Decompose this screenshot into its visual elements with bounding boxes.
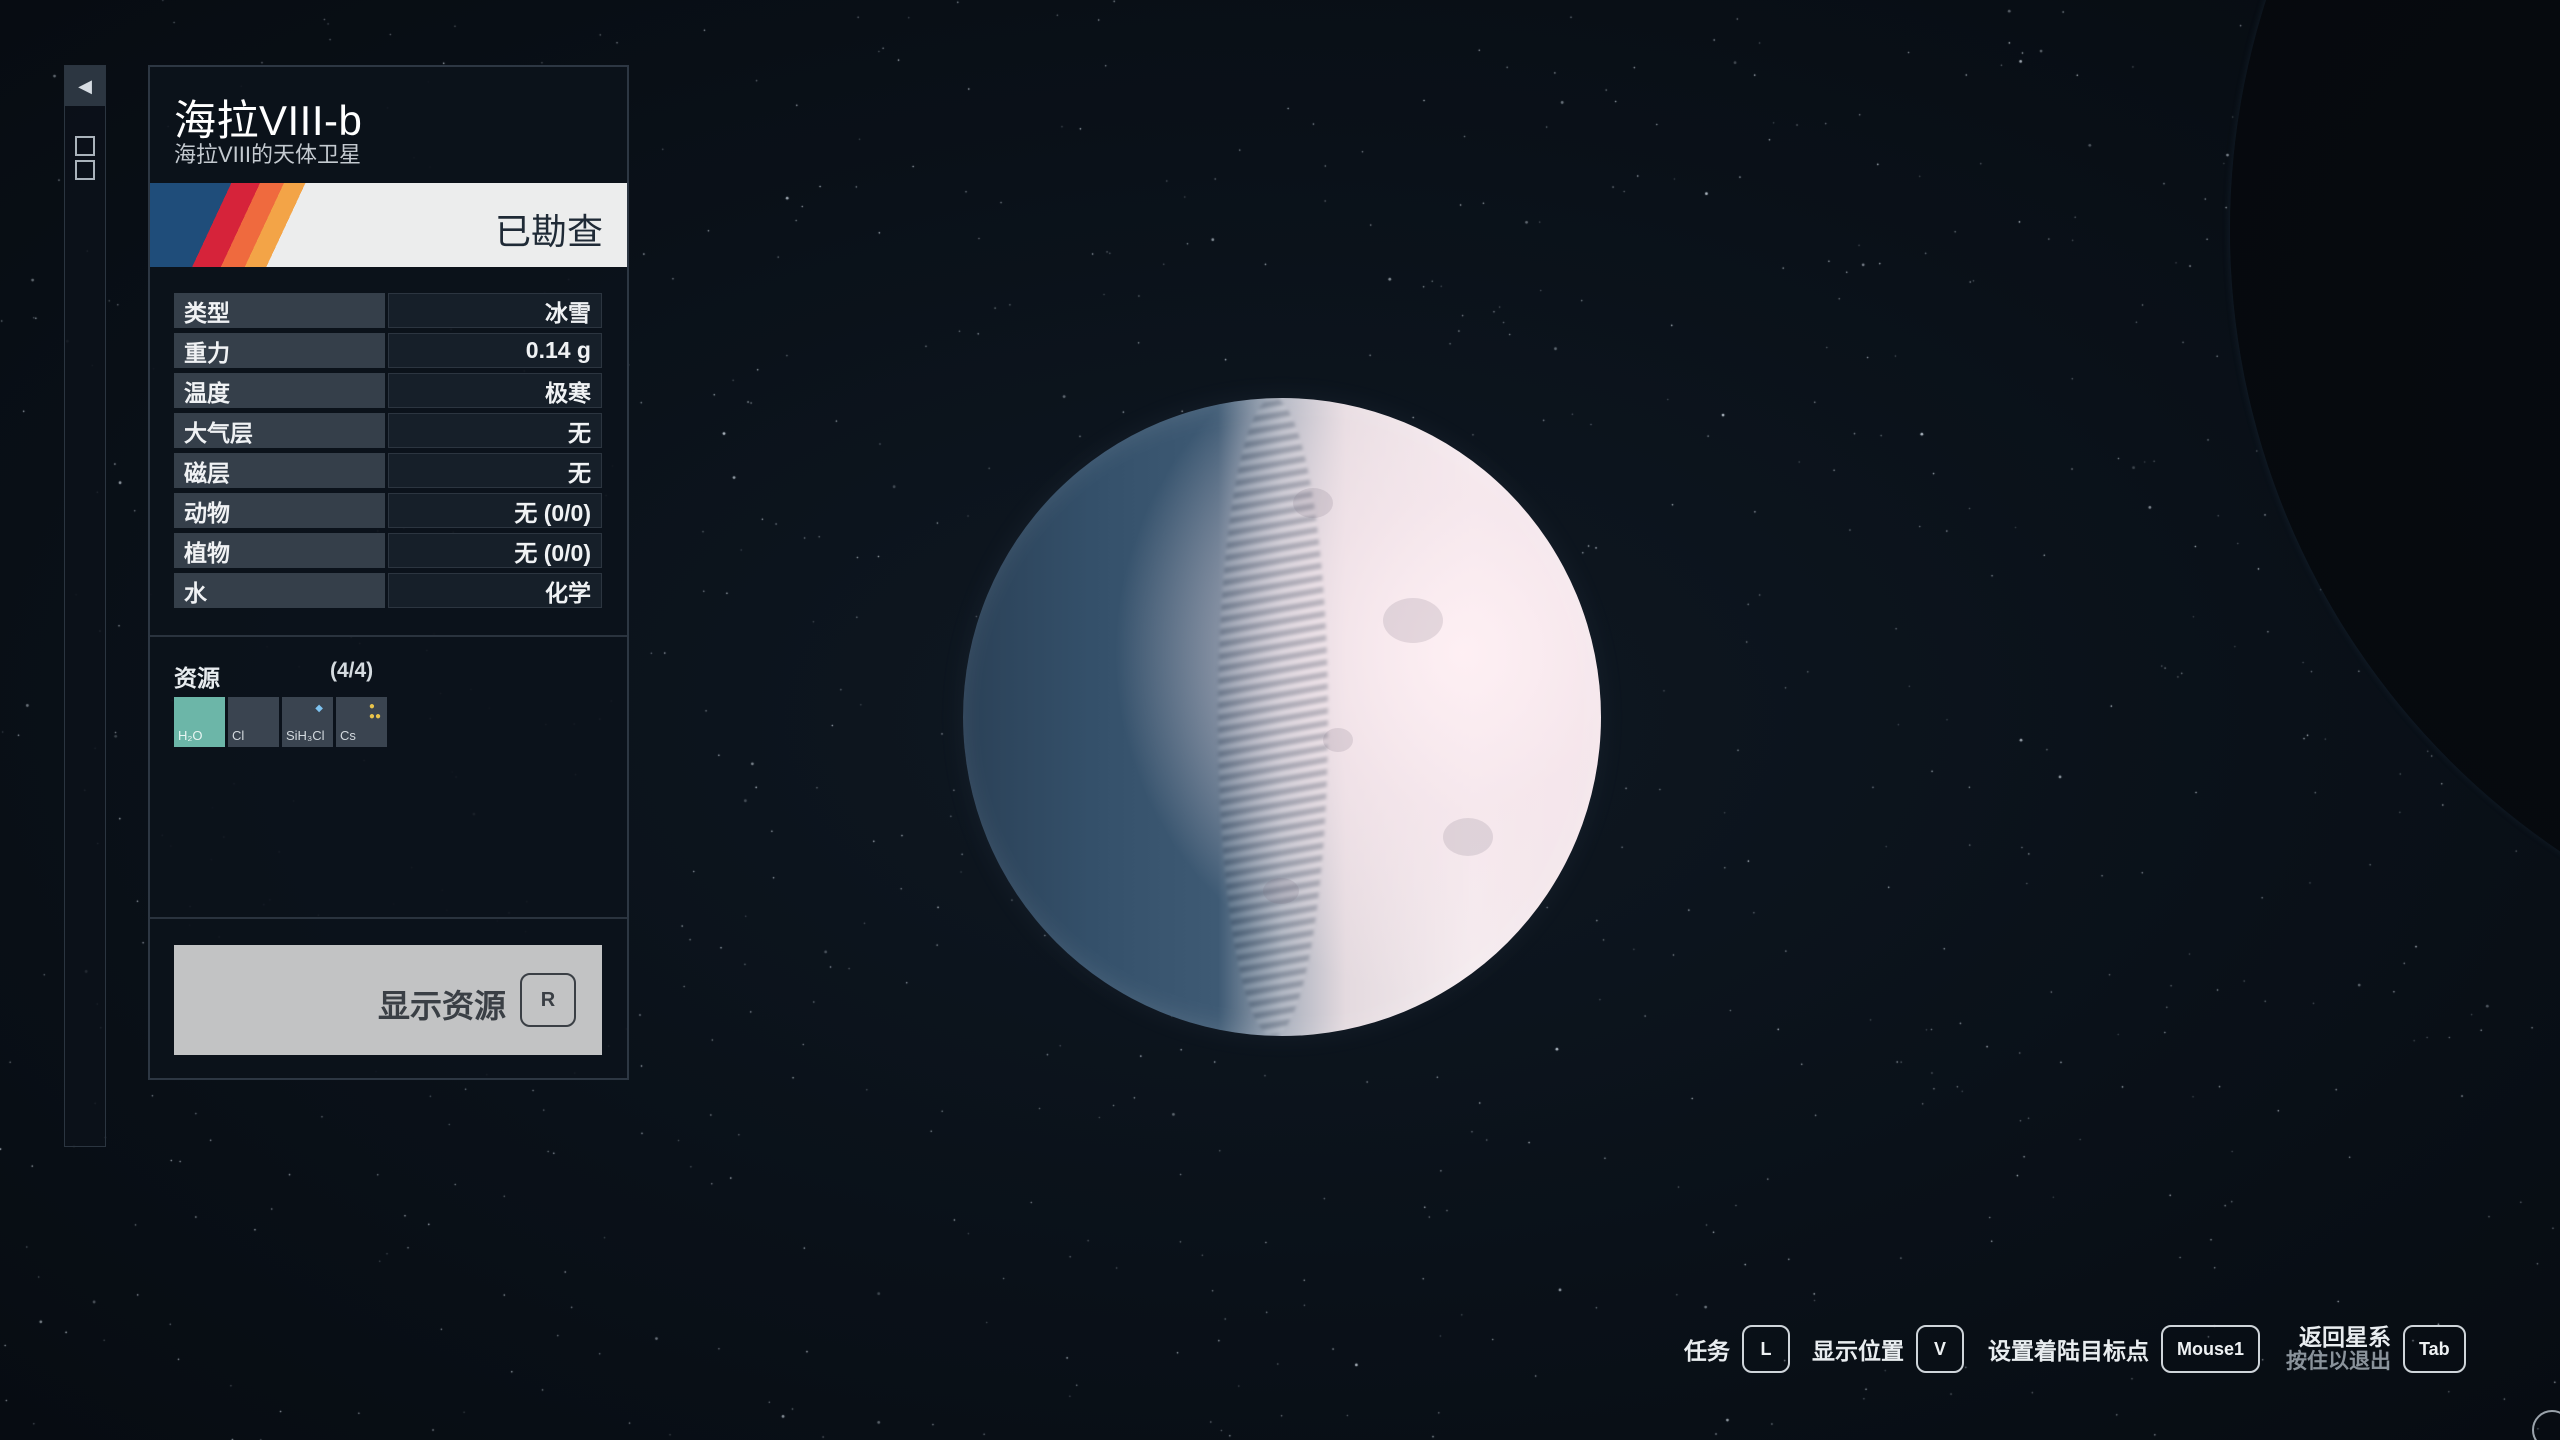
property-key: 磁层: [174, 453, 385, 488]
hotkey-label: 任务: [1684, 1338, 1730, 1364]
side-rail: ◀: [64, 65, 106, 1147]
property-value: 化学: [388, 573, 602, 608]
property-key: 动物: [174, 493, 385, 528]
property-key: 类型: [174, 293, 385, 328]
starmap-view[interactable]: ◀ 海拉VIII-b 海拉VIII的天体卫星 已勘查 类型 冰雪 重力 0.14…: [0, 0, 2560, 1440]
resource-symbol: Cs: [340, 728, 356, 743]
property-row: 磁层 无: [174, 453, 602, 488]
resource-symbol: H₂O: [178, 728, 203, 743]
keycap: Mouse1: [2161, 1325, 2261, 1373]
property-key: 水: [174, 573, 385, 608]
hotkey-label: 显示位置: [1812, 1338, 1904, 1364]
resource-tile-h2o[interactable]: H₂O: [174, 697, 225, 747]
crater: [1383, 598, 1443, 643]
hotkey-missions[interactable]: 任务 L: [1684, 1324, 1790, 1374]
resource-tile-cs[interactable]: ● ●● Cs: [336, 697, 387, 747]
property-row: 植物 无 (0/0): [174, 533, 602, 568]
property-key: 重力: [174, 333, 385, 368]
crater: [1443, 818, 1493, 856]
hotkey-set-landing-target[interactable]: 设置着陆目标点 Mouse1: [1988, 1324, 2261, 1374]
property-value: 无 (0/0): [388, 493, 602, 528]
resource-symbol: Cl: [232, 728, 245, 743]
resource-cluster-icon: ● ●●: [368, 701, 381, 722]
resources-count: (4/4): [330, 659, 374, 682]
keycap-r: R: [520, 973, 576, 1027]
show-resources-label: 显示资源: [377, 988, 506, 1024]
keycap: Tab: [2403, 1325, 2466, 1373]
property-row: 动物 无 (0/0): [174, 493, 602, 528]
property-key: 温度: [174, 373, 385, 408]
keycap: V: [1916, 1325, 1964, 1373]
brand-stripes: [150, 183, 350, 267]
property-value: 极寒: [388, 373, 602, 408]
property-value: 0.14 g: [388, 333, 602, 368]
caret-left-icon: ◀: [78, 75, 92, 96]
hotkey-show-location[interactable]: 显示位置 V: [1812, 1324, 1964, 1374]
hotkey-return-to-system[interactable]: 返回星系 按住以退出 Tab: [2286, 1324, 2466, 1374]
collapse-button[interactable]: ◀: [65, 66, 105, 106]
panel-divider: [150, 917, 627, 919]
body-info-panel: 海拉VIII-b 海拉VIII的天体卫星 已勘查 类型 冰雪 重力 0.14 g…: [148, 65, 629, 1080]
property-row: 温度 极寒: [174, 373, 602, 408]
show-resources-button[interactable]: 显示资源 R: [174, 945, 602, 1055]
panel-divider: [150, 635, 627, 637]
keycap: L: [1742, 1325, 1790, 1373]
property-row: 大气层 无: [174, 413, 602, 448]
resource-tile-sih3cl[interactable]: ◆ SiH₃Cl: [282, 697, 333, 747]
property-row: 水 化学: [174, 573, 602, 608]
crater: [1293, 488, 1333, 518]
property-key: 植物: [174, 533, 385, 568]
crater: [1323, 728, 1353, 752]
property-value: 无 (0/0): [388, 533, 602, 568]
property-table: 类型 冰雪 重力 0.14 g 温度 极寒 大气层 无 磁层 无 动物 无 (0…: [174, 293, 602, 613]
survey-status: 已勘查: [494, 211, 603, 252]
hotkey-label: 设置着陆目标点: [1988, 1338, 2149, 1364]
hotkey-label: 返回星系: [2299, 1324, 2391, 1350]
property-row: 重力 0.14 g: [174, 333, 602, 368]
rail-tab-icon[interactable]: [75, 136, 95, 180]
property-value: 无: [388, 413, 602, 448]
property-key: 大气层: [174, 413, 385, 448]
property-row: 类型 冰雪: [174, 293, 602, 328]
property-value: 无: [388, 453, 602, 488]
body-subtitle: 海拉VIII的天体卫星: [174, 142, 362, 167]
resource-symbol: SiH₃Cl: [286, 728, 325, 743]
crater: [1263, 878, 1299, 904]
resource-tile-cl[interactable]: Cl: [228, 697, 279, 747]
hotkey-sublabel: 按住以退出: [2286, 1350, 2391, 1373]
moon-globe[interactable]: [963, 398, 1601, 1036]
resource-tiles: H₂O Cl ◆ SiH₃Cl ● ●● Cs: [174, 697, 387, 747]
property-value: 冰雪: [388, 293, 602, 328]
resource-marker-icon: ◆: [315, 703, 323, 714]
survey-status-banner: 已勘查: [150, 183, 627, 267]
